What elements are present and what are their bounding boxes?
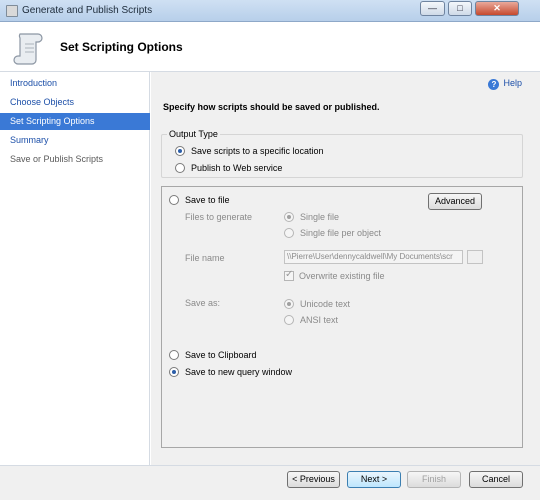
save-to-query-window-radio[interactable]	[169, 367, 179, 377]
save-to-file-label: Save to file	[185, 195, 230, 205]
single-file-label: Single file	[300, 212, 340, 222]
help-label: Help	[503, 78, 522, 88]
page-header: Set Scripting Options	[0, 22, 540, 72]
cancel-button[interactable]: Cancel	[469, 471, 523, 488]
scroll-icon	[13, 33, 43, 65]
overwrite-existing-checkbox	[284, 269, 294, 281]
advanced-button[interactable]: Advanced	[428, 193, 482, 210]
nav-item-summary[interactable]: Summary	[0, 132, 150, 149]
next-button[interactable]: Next >	[347, 471, 401, 488]
nav-item-set-scripting-options[interactable]: Set Scripting Options	[0, 113, 150, 130]
browse-button	[467, 250, 483, 264]
help-icon: ?	[488, 79, 500, 90]
output-type-title: Output Type	[167, 129, 220, 139]
save-as-label: Save as:	[185, 298, 221, 308]
save-to-file-option[interactable]: Save to file	[169, 194, 230, 206]
save-to-location-label: Save scripts to a specific location	[191, 146, 324, 156]
publish-web-radio[interactable]	[175, 163, 185, 173]
main-panel: ? Help Specify how scripts should be save…	[151, 72, 540, 465]
overwrite-existing-label: Overwrite existing file	[299, 271, 385, 281]
publish-web-label: Publish to Web service	[191, 163, 283, 173]
ansi-text-label: ANSI text	[300, 315, 339, 325]
ansi-text-radio	[284, 315, 294, 325]
nav-item-choose-objects[interactable]: Choose Objects	[0, 94, 150, 111]
previous-button[interactable]: < Previous	[287, 471, 340, 488]
unicode-text-label: Unicode text	[300, 299, 351, 309]
output-save-to-location-option[interactable]: Save scripts to a specific location	[175, 145, 324, 157]
help-link[interactable]: ? Help	[488, 78, 522, 90]
unicode-text-radio	[284, 299, 294, 309]
output-publish-web-option[interactable]: Publish to Web service	[175, 162, 282, 174]
overwrite-existing-option: Overwrite existing file	[284, 269, 385, 282]
file-name-label: File name	[185, 253, 225, 263]
save-to-clipboard-label: Save to Clipboard	[185, 350, 257, 360]
close-button[interactable]: ✕	[475, 1, 519, 16]
single-file-option: Single file	[284, 211, 339, 223]
file-name-input: \\Pierre\User\dennycaldwell\My Documents…	[284, 250, 463, 264]
app-icon	[6, 5, 18, 17]
page-title: Set Scripting Options	[60, 40, 183, 54]
save-options-group	[161, 186, 523, 448]
nav-item-save-or-publish-scripts: Save or Publish Scripts	[10, 154, 104, 164]
save-to-query-window-label: Save to new query window	[185, 367, 293, 377]
unicode-text-option: Unicode text	[284, 298, 350, 310]
single-file-radio	[284, 212, 294, 222]
single-file-per-object-label: Single file per object	[300, 228, 382, 238]
save-to-query-window-option[interactable]: Save to new query window	[169, 366, 292, 378]
instruction-text: Specify how scripts should be saved or p…	[163, 102, 380, 112]
save-to-clipboard-option[interactable]: Save to Clipboard	[169, 349, 257, 361]
files-to-generate-label: Files to generate	[185, 212, 253, 222]
maximize-button[interactable]: □	[448, 1, 472, 16]
save-to-file-radio[interactable]	[169, 195, 179, 205]
single-file-per-object-option: Single file per object	[284, 227, 381, 239]
wizard-footer: < Previous Next > Finish Cancel	[0, 465, 540, 500]
save-to-clipboard-radio[interactable]	[169, 350, 179, 360]
nav-item-introduction[interactable]: Introduction	[0, 75, 150, 92]
minimize-button[interactable]: —	[420, 1, 445, 16]
title-bar: Generate and Publish Scripts — □ ✕	[0, 0, 540, 22]
finish-button: Finish	[407, 471, 461, 488]
wizard-nav: Introduction Choose Objects Set Scriptin…	[0, 72, 150, 465]
window-title: Generate and Publish Scripts	[22, 5, 153, 16]
save-to-location-radio[interactable]	[175, 146, 185, 156]
single-file-per-object-radio	[284, 228, 294, 238]
ansi-text-option: ANSI text	[284, 314, 338, 326]
